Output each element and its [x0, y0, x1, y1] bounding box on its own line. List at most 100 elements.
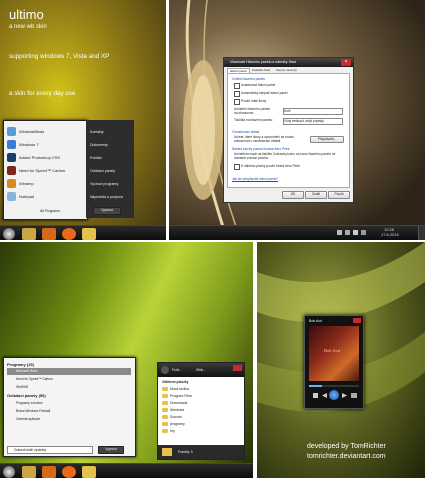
- credit-url[interactable]: tomrichter.deviantart.com: [307, 453, 386, 460]
- position-select[interactable]: Dole: [283, 108, 343, 115]
- start-menu-right-pane: Kontakty Dokumenty Počítač Ovládací pane…: [86, 120, 134, 218]
- flag-icon[interactable]: [337, 230, 342, 235]
- taskbar: [0, 463, 253, 478]
- tab-start-menu[interactable]: Nabídka Start: [252, 68, 270, 72]
- breadcrumb[interactable]: Počít...: [172, 368, 182, 372]
- section-notification: Oznamovací oblast: [232, 130, 260, 134]
- cp-item[interactable]: Programy a funkce: [16, 401, 43, 405]
- program-item[interactable]: WinRAR: [16, 385, 28, 389]
- autohide-checkbox[interactable]: [234, 91, 240, 97]
- tab-content: Vzhled hlavního panelu Uzamknout hlavní …: [227, 73, 350, 188]
- right-item[interactable]: Výchozí programy: [90, 182, 118, 186]
- close-icon[interactable]: [233, 365, 242, 371]
- program-item[interactable]: Need for Speed™ Carbon: [16, 377, 53, 381]
- show-desktop-button[interactable]: [418, 226, 425, 240]
- seek-bar[interactable]: [309, 385, 359, 387]
- peek-label: K náhledu plochy použít funkci Aero Peek: [241, 164, 300, 168]
- windows-icon: [7, 139, 16, 149]
- volume-icon[interactable]: [353, 230, 358, 235]
- section-peek: Náhled plochy pomocí funkce Aero Peek: [232, 147, 290, 151]
- prev-icon[interactable]: [322, 393, 327, 398]
- right-item[interactable]: Počítač: [90, 156, 102, 160]
- cp-item[interactable]: Brána Windows Firewall: [16, 409, 50, 413]
- album-art: Bob Acri: [309, 326, 359, 381]
- right-item[interactable]: Kontakty: [90, 130, 104, 134]
- back-icon[interactable]: [161, 366, 169, 374]
- shutdown-button[interactable]: Vypnout: [93, 207, 121, 215]
- credit-developer: developed by TomRichter: [307, 443, 386, 450]
- folder-large-icon: [162, 448, 172, 456]
- clock-date[interactable]: 17.6.2010: [381, 232, 399, 237]
- folder-item[interactable]: programy: [162, 422, 185, 426]
- right-item[interactable]: Nápověda a podpora: [90, 195, 123, 199]
- folder-icon: [162, 401, 168, 405]
- explorer-statusbar: Položky: 9: [158, 445, 244, 459]
- small-icons-checkbox[interactable]: [234, 99, 240, 105]
- close-icon[interactable]: [353, 318, 361, 323]
- folder-icon: [162, 394, 168, 398]
- network-icon[interactable]: [345, 230, 350, 235]
- cp-item[interactable]: Odebrat aplikace: [16, 417, 40, 421]
- menu-item[interactable]: Notepad: [7, 190, 34, 202]
- all-programs-link[interactable]: All Programs: [40, 209, 60, 213]
- start-orb-icon[interactable]: [3, 228, 15, 240]
- explorer-icon[interactable]: [22, 466, 36, 478]
- media-player-icon[interactable]: [42, 466, 56, 478]
- winamp-icon: [7, 178, 16, 188]
- ok-button[interactable]: OK: [282, 191, 304, 199]
- seek-progress: [309, 385, 322, 387]
- folder-item[interactable]: hry: [162, 429, 175, 433]
- folder-icon: [162, 429, 168, 433]
- tab-toolbars[interactable]: Panely nástrojů: [276, 68, 297, 72]
- menu-item[interactable]: Adobe Photoshop CS5: [7, 151, 60, 163]
- folder-icon[interactable]: [82, 466, 96, 478]
- buttons-label: Tlačítka na hlavním panelu:: [234, 118, 273, 122]
- help-link[interactable]: Jak lze přizpůsobit hlavní panel?: [232, 177, 278, 181]
- start-orb-icon[interactable]: [3, 466, 15, 478]
- more-results-input[interactable]: Zobrazit další výsledky: [7, 446, 93, 454]
- folder-item[interactable]: Sounds: [162, 415, 182, 419]
- folder-icon[interactable]: [82, 228, 96, 240]
- panel-search-explorer: Programy (15) Microsoft Word Need for Sp…: [0, 242, 253, 478]
- volume-icon[interactable]: [351, 393, 357, 398]
- lock-taskbar-checkbox[interactable]: [234, 83, 240, 89]
- folder-icon: [162, 415, 168, 419]
- media-player-icon[interactable]: [42, 228, 56, 240]
- firefox-icon[interactable]: [62, 466, 76, 478]
- notification-text: Určete, které ikony a upozornění se budo…: [234, 135, 295, 143]
- folder-icon: [162, 422, 168, 426]
- close-icon[interactable]: ×: [341, 59, 351, 66]
- battery-icon[interactable]: [361, 230, 366, 235]
- customize-button[interactable]: Přizpůsobit...: [310, 136, 344, 143]
- folder-item[interactable]: Downloads: [162, 401, 187, 405]
- firefox-icon[interactable]: [62, 228, 76, 240]
- menu-item[interactable]: WindowBlinds: [7, 125, 44, 137]
- item-count: Položky: 9: [178, 450, 193, 454]
- media-player-window: Bob Acri Bob Acri: [304, 315, 364, 409]
- folder-item[interactable]: Windows: [162, 408, 184, 412]
- peek-checkbox[interactable]: [234, 164, 240, 170]
- menu-item[interactable]: Need for Speed™ Carbon: [7, 164, 65, 176]
- right-item[interactable]: Dokumenty: [90, 143, 108, 147]
- next-icon[interactable]: [342, 393, 347, 398]
- breadcrumb[interactable]: Wink...: [196, 368, 206, 372]
- shutdown-button[interactable]: Vypnout: [98, 446, 124, 454]
- menu-item[interactable]: Winamp: [7, 177, 34, 189]
- buttons-select[interactable]: Vždy seskupit, skrýt popisky: [283, 118, 343, 125]
- right-item[interactable]: Ovládací panely: [90, 169, 115, 173]
- menu-item[interactable]: Windows 7: [7, 138, 39, 150]
- cancel-button[interactable]: Zrušit: [305, 191, 327, 199]
- folder-item[interactable]: Nová složka: [162, 387, 189, 391]
- small-icons-label: Použít malé ikony: [241, 99, 267, 103]
- play-pause-icon[interactable]: [329, 390, 339, 400]
- start-menu: WindowBlinds Windows 7 Adobe Photoshop C…: [3, 120, 88, 220]
- stop-icon[interactable]: [313, 393, 318, 398]
- support-text: supporting windows 7, Vista and XP: [9, 53, 110, 60]
- favorites-header: Oblíbené položky: [162, 380, 189, 384]
- panel-taskbar-properties: Vlastnosti Hlavního panelu a nabídky Sta…: [169, 0, 425, 240]
- taskbar: [0, 225, 166, 240]
- explorer-toolbar: Počít... Wink...: [158, 363, 244, 377]
- folder-item[interactable]: Program Files: [162, 394, 192, 398]
- apply-button[interactable]: Použít: [328, 191, 350, 199]
- explorer-icon[interactable]: [22, 228, 36, 240]
